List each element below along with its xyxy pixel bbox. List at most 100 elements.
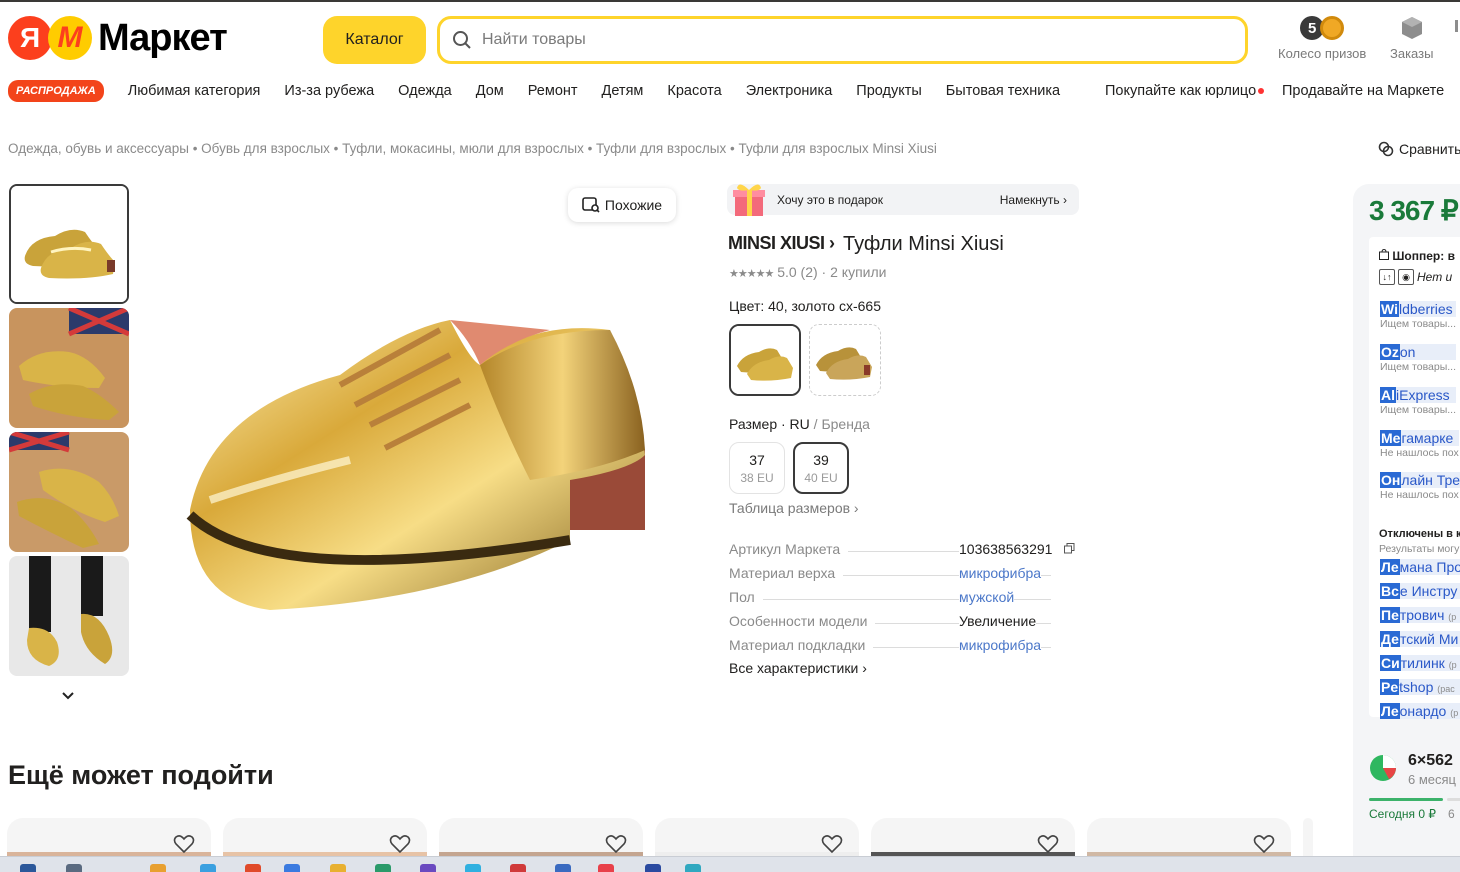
- yandex-market-logo[interactable]: Я M Маркет: [8, 16, 228, 60]
- catalog-button[interactable]: Каталог: [323, 16, 426, 64]
- nav-item-repair[interactable]: Ремонт: [528, 83, 578, 99]
- taskbar-app-icon[interactable]: [150, 864, 166, 872]
- color-variant-1[interactable]: [729, 324, 801, 396]
- spec-value-link[interactable]: мужской: [959, 589, 1015, 605]
- split-payment-icon: [1370, 755, 1396, 781]
- nav-legal-label: Покупайте как юрлицо: [1105, 83, 1257, 99]
- taskbar-app-icon[interactable]: [510, 864, 526, 872]
- similar-button[interactable]: Похожие: [568, 188, 676, 222]
- heart-icon[interactable]: [821, 834, 843, 854]
- store-prefix: Wi: [1380, 301, 1399, 317]
- heart-icon[interactable]: [1253, 834, 1275, 854]
- taskbar-app-icon[interactable]: [685, 864, 701, 872]
- nav-item-abroad[interactable]: Из-за рубежа: [284, 83, 374, 99]
- size-option-37[interactable]: 37 38 EU: [729, 442, 785, 494]
- image-search-icon: [582, 197, 600, 213]
- search-bar[interactable]: [437, 16, 1248, 64]
- brand-link[interactable]: MINSI XIUSI ›: [728, 233, 835, 254]
- store-name-rest: е Инстру: [1399, 583, 1458, 599]
- disabled-store-lemana[interactable]: Лемана Про: [1380, 559, 1460, 575]
- disabled-store-detsky-mir[interactable]: Детский Ми: [1380, 631, 1460, 647]
- taskbar-app-icon[interactable]: [465, 864, 481, 872]
- category-nav: РАСПРОДАЖА Любимая категория Из-за рубеж…: [8, 78, 1084, 104]
- nav-item-home[interactable]: Дом: [476, 83, 504, 99]
- disabled-store-petshop[interactable]: Petshop (рас: [1380, 679, 1460, 695]
- split-today: Сегодня 0 ₽: [1369, 807, 1436, 821]
- taskbar-app-icon[interactable]: [200, 864, 216, 872]
- buy-panel: 3 367 ₽ Шоппер: в ↓↑ ◉ Нет и Wildberries…: [1353, 184, 1460, 872]
- size-option-39[interactable]: 39 40 EU: [793, 442, 849, 494]
- taskbar-app-icon[interactable]: [555, 864, 571, 872]
- taskbar-app-icon[interactable]: [375, 864, 391, 872]
- sort-icon[interactable]: ↓↑: [1379, 269, 1395, 285]
- size-ru: 39: [813, 451, 829, 468]
- store-link-megamarket[interactable]: Мегамарке Не нашлось пох: [1380, 430, 1459, 459]
- breadcrumb[interactable]: Одежда, обувь и аксессуары • Обувь для в…: [8, 141, 937, 156]
- taskbar-app-icon[interactable]: [66, 864, 82, 872]
- nav-sell-on-market[interactable]: Продавайте на Маркете: [1282, 78, 1444, 104]
- nav-item-favorite-category[interactable]: Любимая категория: [128, 83, 261, 99]
- gift-text: Хочу это в подарок: [777, 192, 883, 207]
- disabled-store-vse-instrumenty[interactable]: Все Инстру: [1380, 583, 1460, 599]
- thumbnail-2[interactable]: [9, 308, 129, 428]
- disabled-store-petrovich[interactable]: Петрович (р: [1380, 607, 1460, 623]
- shoe-variant-image: [810, 325, 880, 395]
- nav-legal-entity[interactable]: Покупайте как юрлицо: [1105, 78, 1265, 104]
- taskbar-app-icon[interactable]: [645, 864, 661, 872]
- size-brand-label[interactable]: / Бренда: [810, 416, 870, 432]
- copy-icon[interactable]: [1064, 543, 1075, 554]
- header-overflow-icon[interactable]: [1455, 14, 1460, 38]
- taskbar-app-icon[interactable]: [420, 864, 436, 872]
- nav-item-electronics[interactable]: Электроника: [746, 83, 833, 99]
- nav-item-kids[interactable]: Детям: [602, 83, 644, 99]
- search-input[interactable]: [482, 31, 1182, 49]
- spec-value-link[interactable]: микрофибра: [959, 637, 1042, 653]
- shopper-extension-panel: Шоппер: в ↓↑ ◉ Нет и Wildberries Ищем тов…: [1369, 237, 1460, 719]
- store-name-rest: тский Ми: [1399, 631, 1459, 647]
- store-status: Ищем товары...: [1380, 361, 1457, 373]
- rating-row[interactable]: ★★★★★ 5.0 (2) · 2 купили: [729, 264, 886, 280]
- spec-value-sku: 103638563291: [959, 541, 1076, 557]
- orders-button[interactable]: Заказы: [1390, 14, 1433, 61]
- heart-icon[interactable]: [173, 834, 195, 854]
- split-progress-filled: [1369, 798, 1443, 801]
- nav-item-beauty[interactable]: Красота: [667, 83, 721, 99]
- nav-item-food[interactable]: Продукты: [856, 83, 922, 99]
- nav-item-clothing[interactable]: Одежда: [398, 83, 452, 99]
- thumbnail-1[interactable]: [9, 184, 129, 304]
- prize-wheel-button[interactable]: 5 Колесо призов: [1278, 14, 1366, 61]
- color-label: Цвет: 40, золото сх-665: [729, 298, 881, 314]
- heart-icon[interactable]: [1037, 834, 1059, 854]
- thumbnail-4[interactable]: [9, 556, 129, 676]
- spec-row: Артикул Маркета 103638563291: [729, 537, 1076, 557]
- eye-icon[interactable]: ◉: [1398, 269, 1414, 285]
- taskbar-app-icon[interactable]: [330, 864, 346, 872]
- store-link-ozon[interactable]: Ozon Ищем товары...: [1380, 344, 1457, 373]
- nav-item-appliances[interactable]: Бытовая техника: [946, 83, 1060, 99]
- thumbnails-scroll-down-icon[interactable]: [60, 688, 76, 709]
- disabled-store-leonardo[interactable]: Леонардо (р: [1380, 703, 1460, 719]
- heart-icon[interactable]: [605, 834, 627, 854]
- store-link-aliexpress[interactable]: AliExpress Ищем товары...: [1380, 387, 1457, 416]
- taskbar-app-icon[interactable]: [245, 864, 261, 872]
- sale-badge[interactable]: РАСПРОДАЖА: [8, 80, 104, 102]
- all-specs-link[interactable]: Все характеристики ›: [729, 660, 867, 676]
- compare-button[interactable]: Сравнить: [1378, 141, 1460, 157]
- store-link-wildberries[interactable]: Wildberries Ищем товары...: [1380, 301, 1457, 330]
- product-main-image[interactable]: [150, 180, 680, 710]
- taskbar-app-icon[interactable]: [598, 864, 614, 872]
- thumbnail-3[interactable]: [9, 432, 129, 552]
- heart-icon[interactable]: [389, 834, 411, 854]
- color-variant-2[interactable]: [809, 324, 881, 396]
- shoe-pair-gold-flag-image: [9, 432, 129, 552]
- store-link-online-trade[interactable]: Онлайн Тре Не нашлось пох: [1380, 472, 1460, 501]
- disabled-store-citilink[interactable]: Ситилинк (р: [1380, 655, 1460, 671]
- store-name-rest: on: [1399, 344, 1416, 360]
- taskbar-app-icon[interactable]: [20, 864, 36, 872]
- spec-value-link[interactable]: микрофибра: [959, 565, 1042, 581]
- store-name-rest: онардо: [1399, 703, 1447, 719]
- size-table-link[interactable]: Таблица размеров ›: [729, 500, 859, 516]
- gift-hint-link[interactable]: Намекнуть ›: [1000, 193, 1067, 207]
- taskbar-app-icon[interactable]: [284, 864, 300, 872]
- gift-wish-bar[interactable]: Хочу это в подарок Намекнуть ›: [727, 184, 1079, 216]
